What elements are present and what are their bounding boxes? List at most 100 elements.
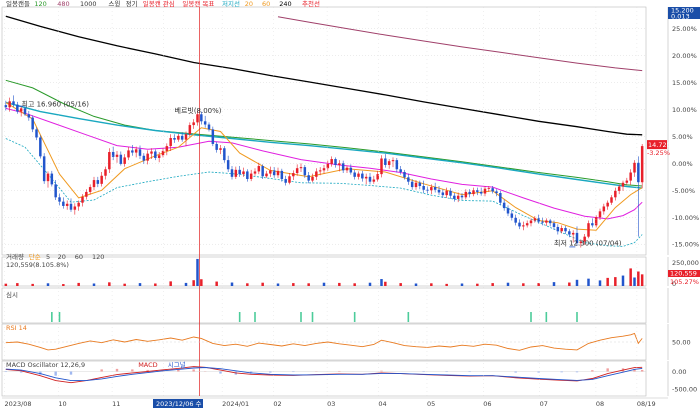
- x-axis-label: 06: [483, 400, 491, 408]
- candle-body: [81, 196, 84, 203]
- volume-bar: [506, 282, 510, 286]
- candle-body: [169, 138, 172, 147]
- signal-bar: [238, 312, 241, 322]
- macd-oscillator-bar: [19, 371, 23, 373]
- volume-bar: [606, 277, 609, 286]
- stock-chart[interactable]: 25.00% 20.00% 15.00% 10.00% 5.00% 0.00% -5.00%…: [0, 0, 700, 408]
- pane-frame-volume: [1, 256, 647, 287]
- candle-body: [441, 192, 445, 196]
- volume-legend-item: 60: [75, 253, 83, 261]
- candle-body: [35, 129, 38, 138]
- candle-body: [479, 191, 483, 194]
- price-legend-item: 240: [279, 0, 291, 8]
- x-axis-label: 02: [273, 400, 281, 408]
- candle-body: [426, 189, 429, 191]
- volume-bar: [522, 283, 525, 286]
- volume-bar: [307, 283, 310, 286]
- volume-legend-item: 5: [46, 253, 50, 261]
- candle-body: [338, 163, 341, 165]
- candle-body: [395, 160, 399, 170]
- candle-body: [142, 155, 146, 161]
- price-legend-item: 20: [245, 0, 253, 8]
- price-legend-item: 정기: [126, 0, 138, 8]
- volume-bar: [640, 274, 644, 286]
- price-legend-item: 일봉캔 관심: [143, 0, 175, 8]
- macd-axis-label: 0.00: [672, 368, 686, 376]
- candle-body: [138, 149, 142, 156]
- candle-body: [261, 166, 264, 177]
- candle-body: [571, 232, 575, 235]
- candle-body: [100, 175, 103, 184]
- candle-body: [154, 151, 157, 158]
- x-axis-label: 03: [327, 400, 335, 408]
- candle-body: [303, 167, 307, 176]
- candle-body: [437, 189, 441, 193]
- candle-body: [472, 190, 475, 195]
- candle-body: [617, 186, 621, 191]
- candle-body: [249, 173, 253, 179]
- signal-bar: [545, 312, 548, 322]
- volume-bar: [292, 283, 295, 286]
- candle-body: [495, 191, 498, 193]
- candle-body: [4, 105, 8, 108]
- price-legend-item: 일봉캔들: [6, 0, 30, 8]
- volume-bar: [92, 283, 96, 286]
- candle-body: [633, 162, 636, 173]
- candle-body: [353, 172, 356, 177]
- volume-bar: [46, 283, 50, 286]
- candle-body: [629, 172, 632, 181]
- x-axis-label: 11: [112, 400, 120, 408]
- sma240-line: [5, 15, 643, 136]
- price-legend-item: 스윙: [108, 0, 120, 8]
- candle-body: [284, 178, 287, 183]
- candle-body: [50, 173, 54, 185]
- candle-body: [522, 225, 525, 227]
- macd-oscillator-bar: [269, 371, 272, 373]
- candle-body: [499, 193, 502, 203]
- candle-body: [207, 124, 211, 130]
- candle-body: [449, 190, 452, 196]
- price-axis-label: 5.00%: [672, 133, 693, 141]
- volume-bar: [246, 283, 249, 286]
- macd-legend-item: 시그널: [168, 360, 186, 369]
- volume-bar: [62, 284, 65, 286]
- candle-body: [606, 202, 609, 207]
- candle-body: [54, 184, 57, 198]
- candle-body: [464, 191, 468, 198]
- rsi-legend: RSI 14: [6, 324, 27, 332]
- price-axis-label: 20.00%: [672, 52, 697, 60]
- volume-bar: [215, 281, 218, 286]
- macd-oscillator-bar: [422, 371, 425, 373]
- candle-body: [349, 167, 353, 173]
- candle-body: [491, 188, 494, 192]
- candle-body: [637, 162, 640, 183]
- candle-body: [364, 176, 368, 179]
- macd-oscillator-bar: [219, 371, 222, 374]
- volume-bar: [123, 283, 126, 286]
- candle-body: [280, 170, 284, 179]
- candle-body: [564, 228, 567, 232]
- candle-body: [276, 170, 280, 176]
- volume-bar: [575, 279, 579, 286]
- volume-bar: [108, 282, 111, 286]
- candle-body: [598, 211, 602, 218]
- volume-bar: [261, 282, 264, 286]
- candle-body: [115, 154, 119, 157]
- macd-oscillator-bar: [192, 369, 195, 372]
- volume-axis-label: 250,000: [672, 259, 699, 267]
- price-legend-item: 1000: [80, 0, 97, 8]
- x-axis-label: 08: [596, 400, 604, 408]
- candle-body: [42, 156, 46, 182]
- macd-axis-label: -500.00: [672, 386, 697, 394]
- candle-body: [625, 180, 629, 183]
- volume-bar: [476, 283, 479, 286]
- candle-body: [610, 197, 613, 203]
- candle-body: [430, 187, 433, 191]
- x-axis-label: 10: [58, 400, 66, 408]
- candle-body: [200, 114, 203, 122]
- volume-right-label: 120,559: [670, 270, 697, 278]
- signal-bar: [407, 312, 410, 322]
- candle-body: [104, 169, 107, 176]
- x-axis-label: 2023/12/06 수: [156, 400, 202, 408]
- candle-body: [180, 135, 184, 140]
